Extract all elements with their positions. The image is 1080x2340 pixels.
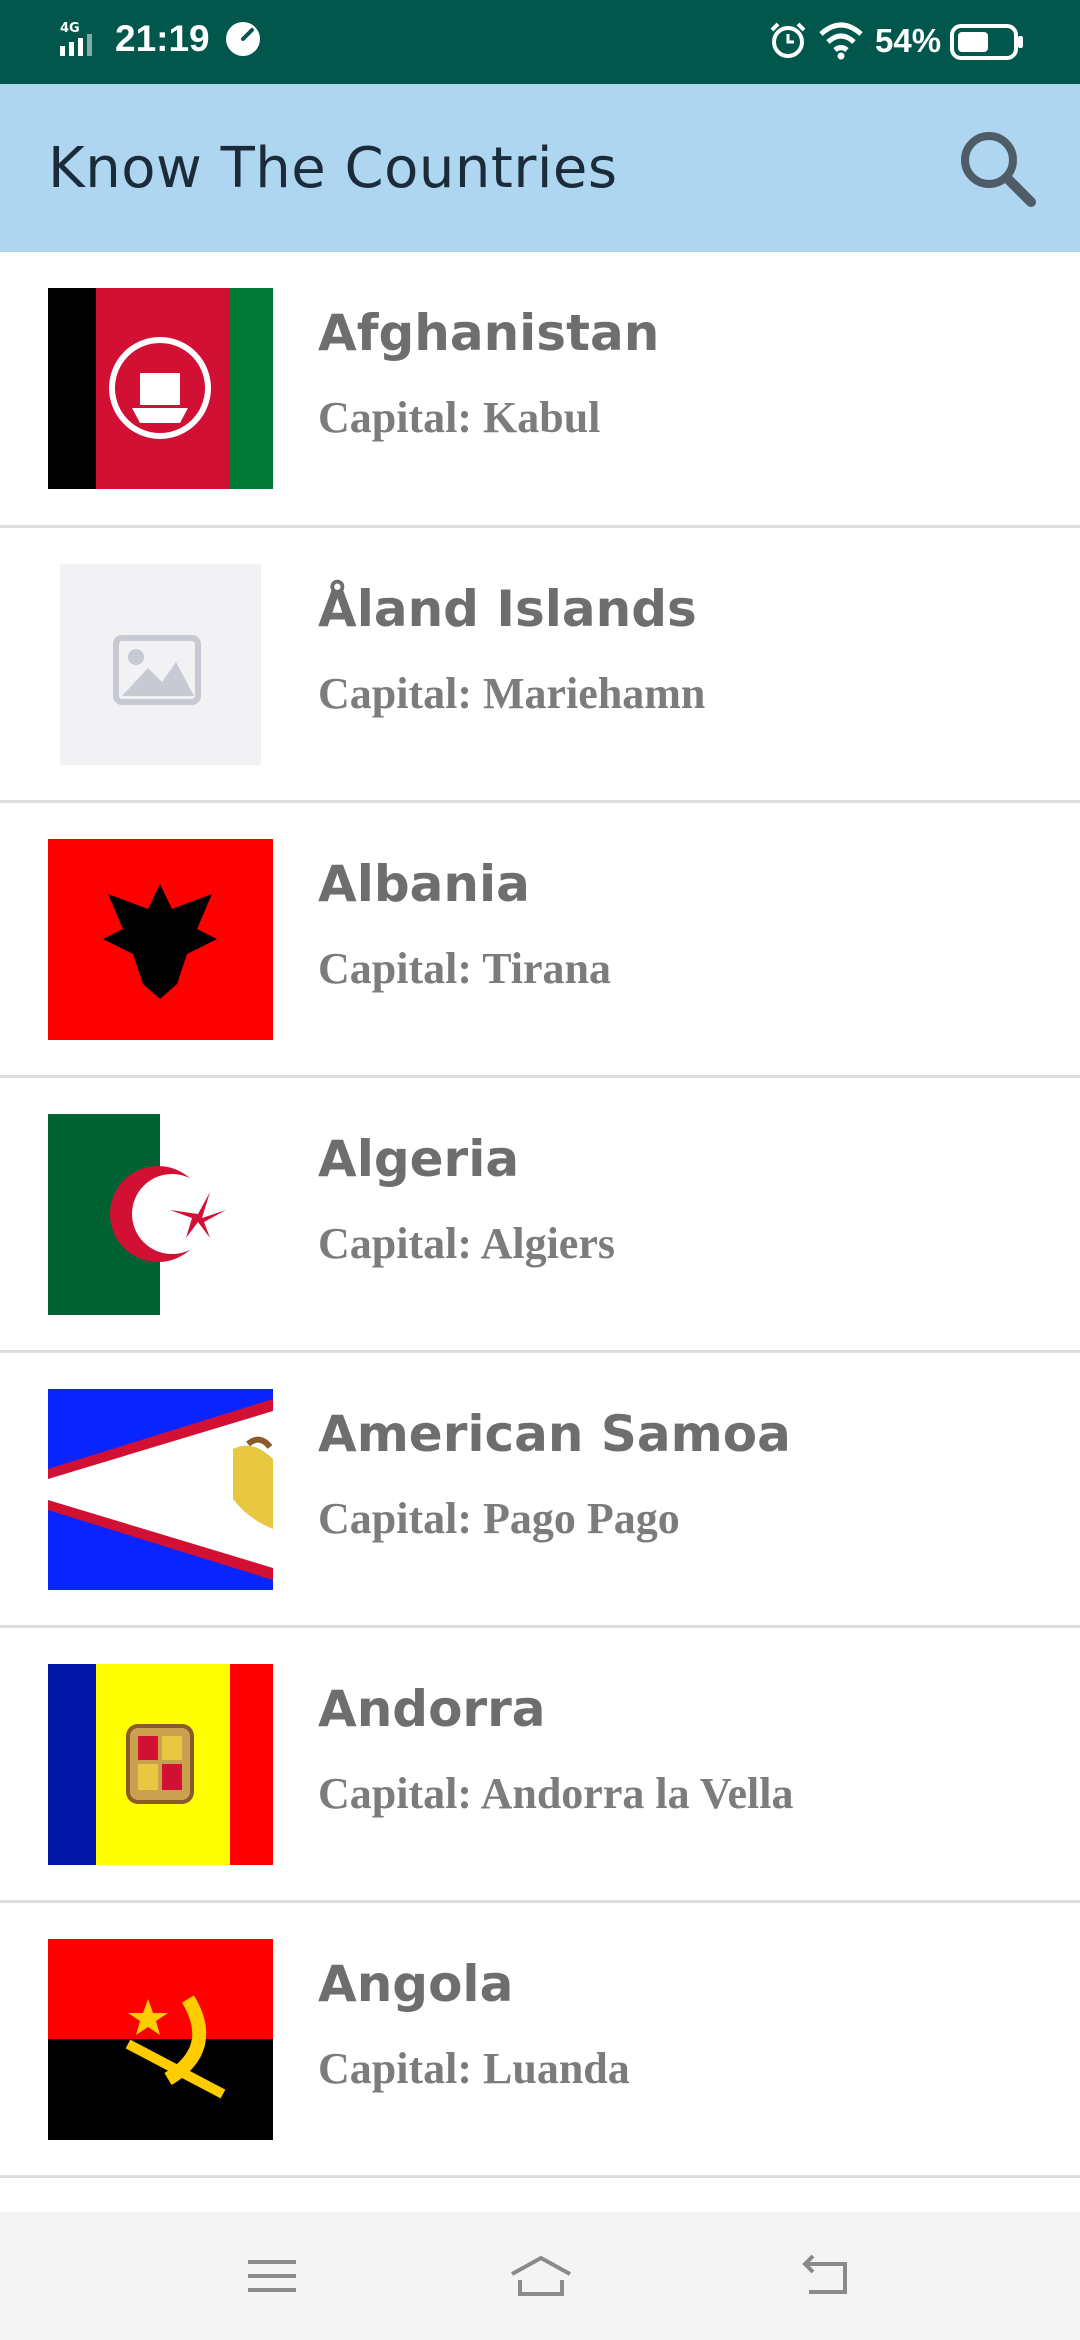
country-list: Afghanistan Capital: Kabul Åland Islands… [0,252,1080,2178]
country-name: Algeria [318,1130,520,1188]
home-icon[interactable] [506,2246,576,2306]
country-capital: Capital: Tirana [318,944,611,993]
menu-icon[interactable] [242,2246,302,2306]
country-capital: Capital: Luanda [318,2044,630,2093]
country-name: Andorra [318,1680,546,1738]
battery-icon [950,24,1024,65]
country-name: Åland Islands [318,580,697,638]
search-icon[interactable] [955,126,1039,210]
alarm-icon [768,20,808,65]
clock: 21:19 [115,18,210,59]
list-item[interactable]: Afghanistan Capital: Kabul [0,252,1080,528]
country-name: Albania [318,855,530,913]
app-title: Know The Countries [48,136,618,201]
list-item[interactable]: American Samoa Capital: Pago Pago [0,1353,1080,1628]
speed-icon [224,20,262,63]
wifi-icon [818,20,864,65]
status-bar: 4G 21:19 54% [0,0,1080,84]
list-item[interactable]: Angola Capital: Luanda [0,1903,1080,2178]
flag-afghanistan [48,288,273,489]
list-item[interactable]: Andorra Capital: Andorra la Vella [0,1628,1080,1903]
country-name: Afghanistan [318,304,660,362]
flag-american-samoa [48,1389,273,1590]
country-name: Angola [318,1955,514,2013]
battery-percent: 54% [875,22,942,59]
list-item[interactable]: Albania Capital: Tirana [0,803,1080,1078]
country-capital: Capital: Mariehamn [318,669,706,718]
placeholder-image-icon [48,564,273,765]
list-item[interactable]: Algeria Capital: Algiers [0,1078,1080,1353]
signal-icon: 4G [58,20,106,65]
country-name: American Samoa [318,1405,791,1463]
flag-albania [48,839,273,1040]
flag-andorra [48,1664,273,1865]
flag-angola [48,1939,273,2140]
network-type: 4G [60,21,80,36]
list-item[interactable]: Åland Islands Capital: Mariehamn [0,528,1080,803]
country-capital: Capital: Algiers [318,1219,615,1268]
back-icon[interactable] [795,2246,855,2306]
app-bar: Know The Countries [0,84,1080,252]
flag-algeria [48,1114,273,1315]
country-capital: Capital: Pago Pago [318,1494,680,1543]
navigation-bar [0,2212,1080,2340]
country-capital: Capital: Kabul [318,393,601,442]
country-capital: Capital: Andorra la Vella [318,1769,794,1818]
